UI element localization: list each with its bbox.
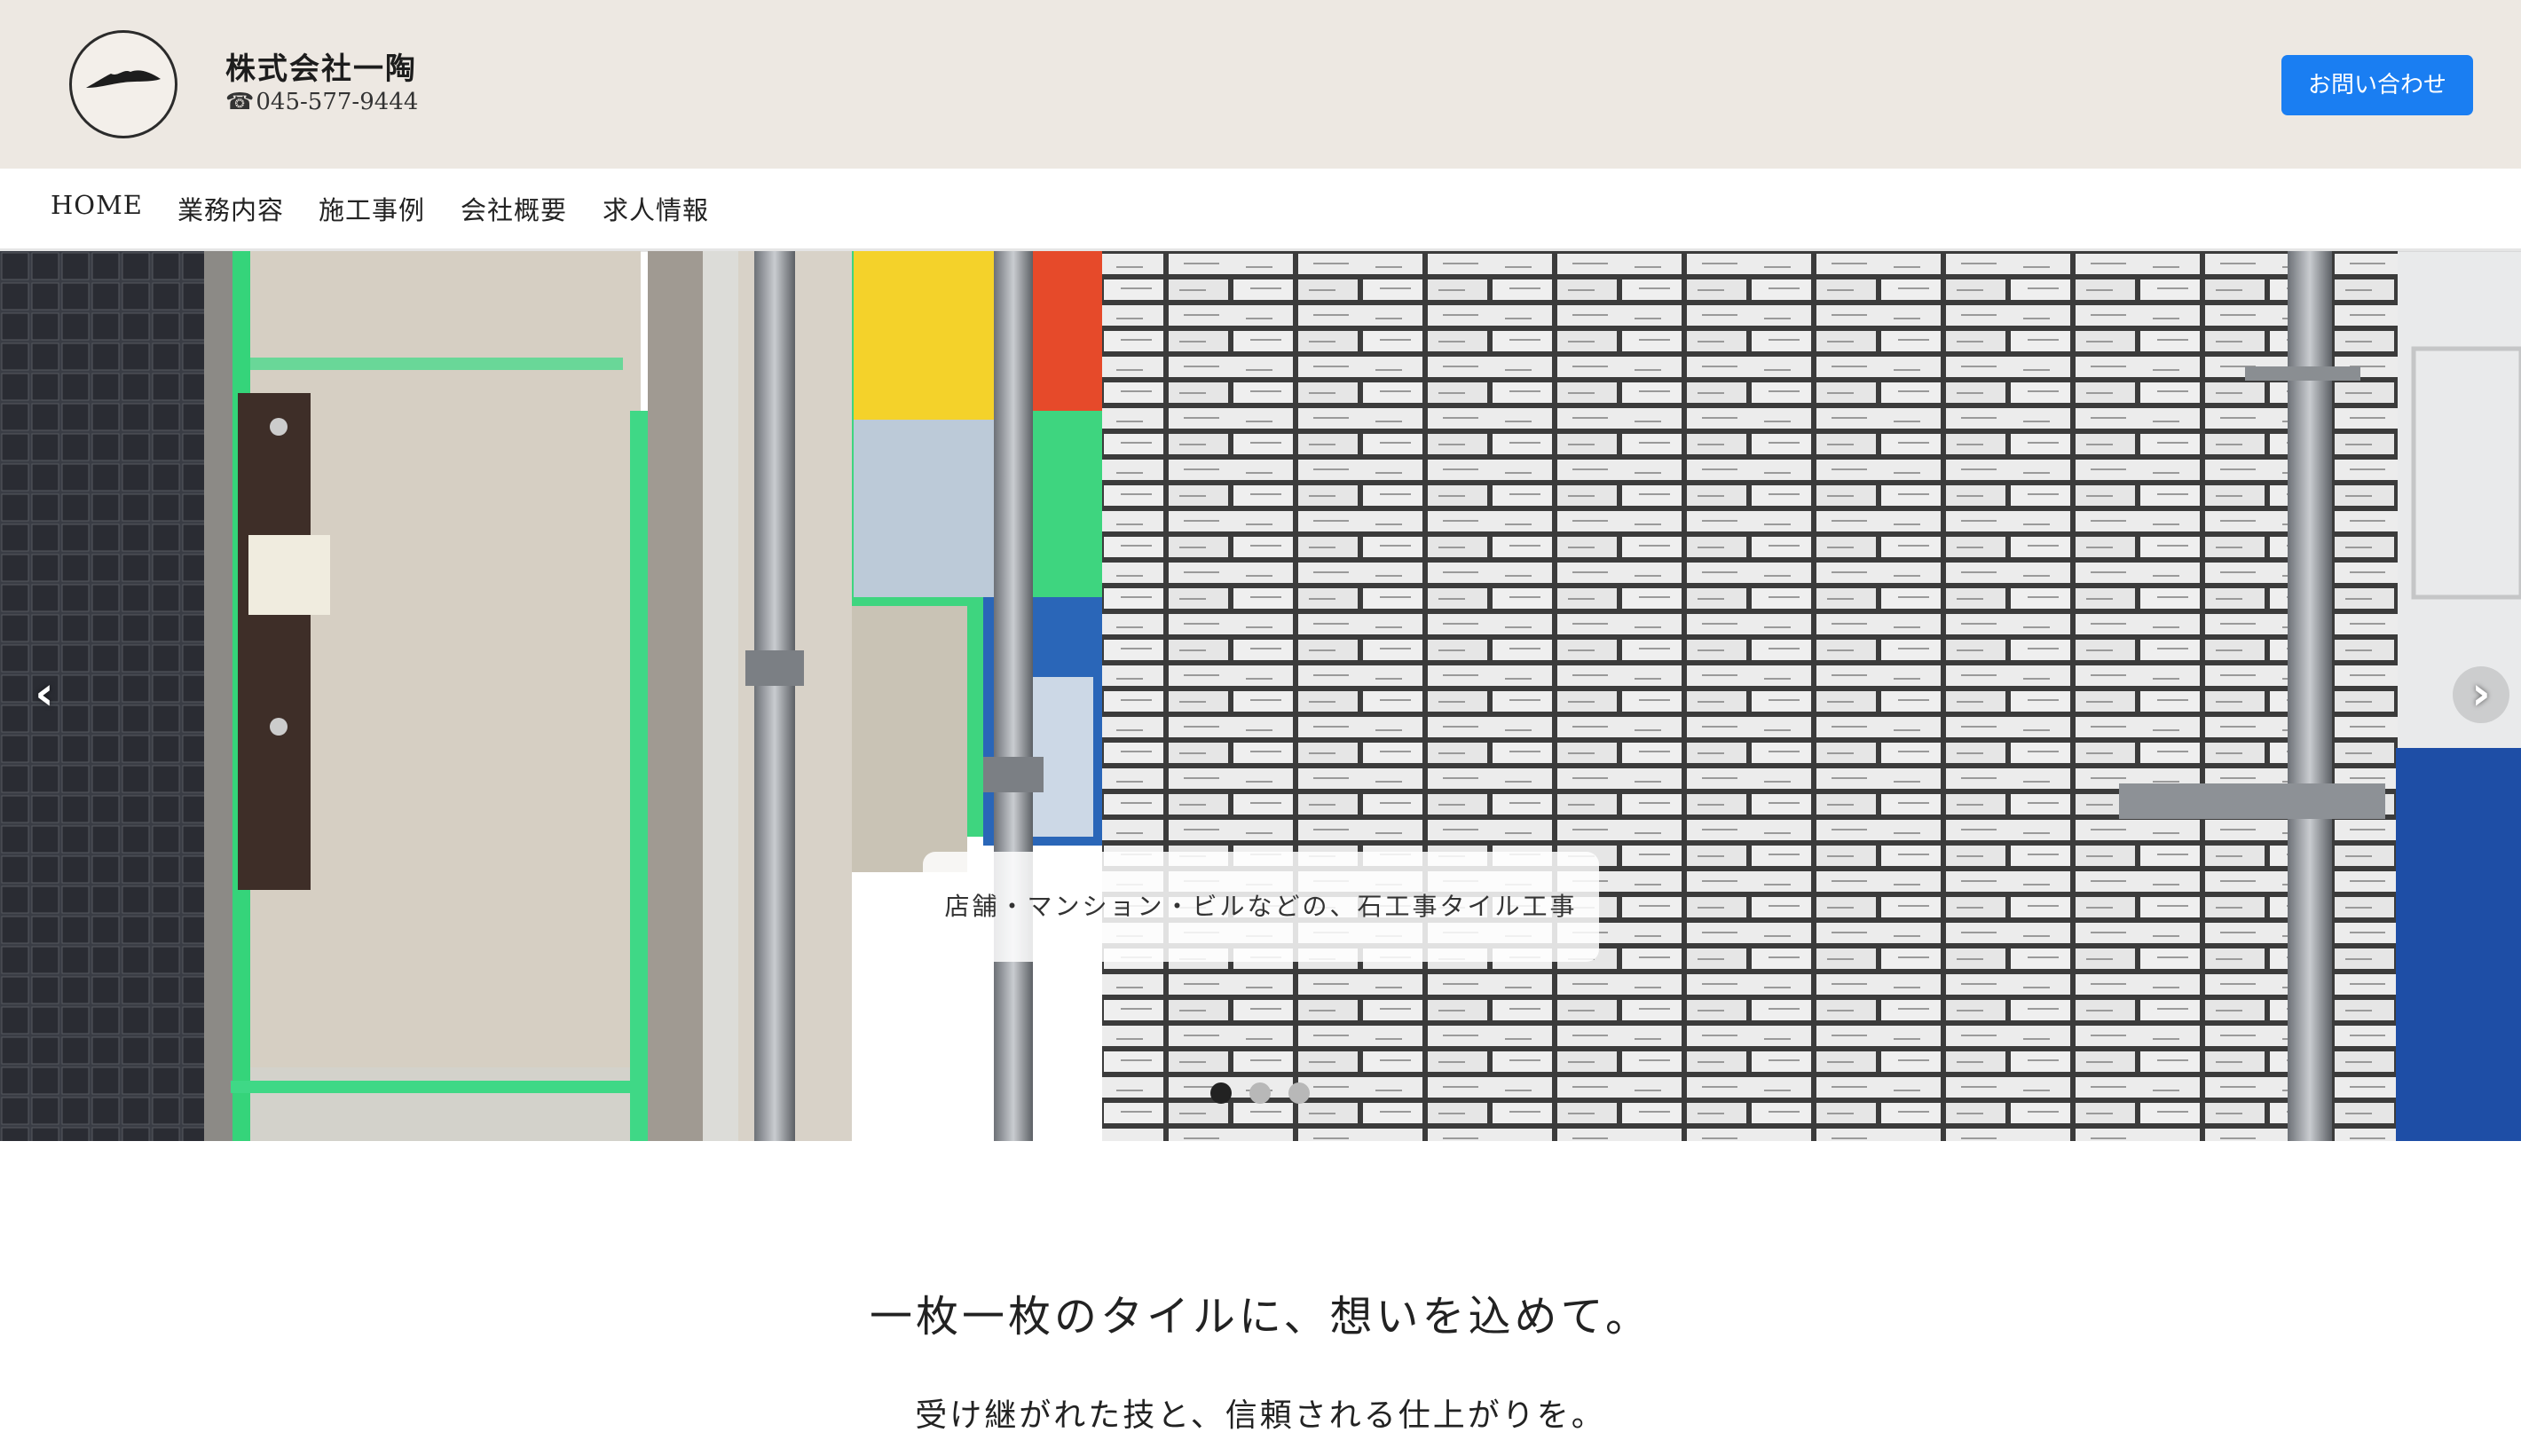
carousel-next-button[interactable]: › bbox=[2453, 666, 2509, 723]
main-nav: HOME 業務内容 施工事例 会社概要 求人情報 bbox=[0, 169, 2521, 252]
nav-item-company[interactable]: 会社概要 bbox=[461, 190, 567, 227]
company-logo[interactable] bbox=[69, 30, 177, 138]
hero-carousel: ‹ › 店舗・マンション・ビルなどの、石工事タイル工事 bbox=[0, 251, 2521, 1141]
logo-mark-icon bbox=[86, 70, 161, 88]
nav-item-services[interactable]: 業務内容 bbox=[177, 190, 284, 227]
carousel-dot-2[interactable] bbox=[1249, 1082, 1271, 1104]
intro-headline: 一枚一枚のタイルに、想いを込めて。 bbox=[869, 1292, 1652, 1342]
hero-caption: 店舗・マンション・ビルなどの、石工事タイル工事 bbox=[923, 852, 1599, 962]
nav-item-recruit[interactable]: 求人情報 bbox=[603, 190, 709, 227]
chevron-left-icon: ‹ bbox=[35, 667, 54, 720]
phone-text: 045-577-9444 bbox=[256, 89, 419, 115]
phone-number: ☎045-577-9444 bbox=[225, 89, 418, 115]
contact-button[interactable]: お問い合わせ bbox=[2281, 55, 2473, 115]
hero-slide-image bbox=[0, 251, 2521, 1141]
carousel-dot-3[interactable] bbox=[1288, 1082, 1310, 1104]
carousel-dot-1[interactable] bbox=[1210, 1082, 1232, 1104]
site-header: 株式会社一陶 ☎045-577-9444 お問い合わせ bbox=[0, 0, 2521, 169]
carousel-prev-button[interactable]: ‹ bbox=[16, 666, 73, 723]
nav-item-works[interactable]: 施工事例 bbox=[319, 190, 425, 227]
company-name[interactable]: 株式会社一陶 bbox=[225, 44, 417, 88]
nav-item-home[interactable]: HOME bbox=[51, 190, 143, 220]
phone-icon: ☎ bbox=[225, 89, 255, 115]
chevron-right-icon: › bbox=[2471, 667, 2491, 720]
intro-subline: 受け継がれた技と、信頼される仕上がりを。 bbox=[915, 1397, 1606, 1434]
